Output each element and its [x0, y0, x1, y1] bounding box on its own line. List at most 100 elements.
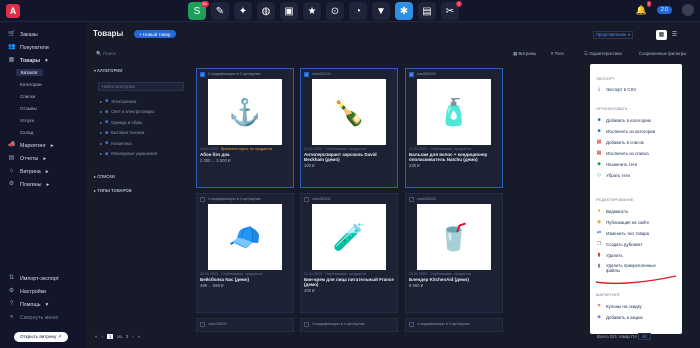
- product-types-header[interactable]: ▸ ТИПЫ ТОВАРОВ: [94, 188, 132, 193]
- remove-from-category-item[interactable]: ■ Исключить из категории: [596, 128, 655, 134]
- app-logo[interactable]: A: [6, 4, 20, 18]
- product-image[interactable]: ⚓: [208, 79, 282, 145]
- sidebar-item-marketing[interactable]: 📣 Маркетинг ▸: [8, 142, 53, 149]
- app-icon[interactable]: ★: [303, 2, 321, 20]
- app-icon[interactable]: S 64: [188, 1, 209, 20]
- product-card[interactable]: cos100100 🧪 21.01.2023 Опубликован, продае…: [300, 193, 398, 313]
- add-to-list-item[interactable]: ▦ Добавить в список: [596, 139, 644, 145]
- product-image[interactable]: 🧴: [417, 79, 491, 145]
- lists-header[interactable]: ▸ СПИСКИ: [94, 174, 115, 179]
- view-select[interactable]: Представление ▾: [593, 31, 633, 39]
- filter-variants[interactable]: ▦ Витрины: [513, 51, 536, 57]
- product-image[interactable]: 🧢: [208, 204, 282, 270]
- remove-tags-item[interactable]: ◇ Убрать теги: [596, 172, 630, 178]
- category-item[interactable]: ▸ ■ Ювелирные украшения: [100, 151, 157, 157]
- saved-filters[interactable]: Сохраненные фильтры: [639, 51, 686, 56]
- last-page-icon[interactable]: »: [138, 334, 140, 339]
- app-icon[interactable]: ▣: [280, 2, 298, 20]
- card-checkbox[interactable]: ✓: [200, 71, 205, 77]
- delete-item[interactable]: ▮ Удалить: [596, 252, 623, 258]
- product-card[interactable]: cos124000: [196, 318, 294, 332]
- sidebar-item-settings[interactable]: ⚙ Настройки: [8, 288, 46, 295]
- assign-tags-item[interactable]: ◆ Назначить теги: [596, 161, 637, 167]
- sidebar-sub-services[interactable]: Услуги: [20, 118, 34, 123]
- sidebar-item-orders[interactable]: 🛒 Заказы: [8, 31, 38, 38]
- card-checkbox[interactable]: [200, 196, 205, 202]
- coupons-item[interactable]: ✕ Купоны на скидку: [596, 303, 642, 309]
- sidebar-item-shop[interactable]: ⌂ Витрина ▸: [8, 168, 49, 175]
- sidebar-item-products[interactable]: ▦ Товары ▾: [8, 57, 48, 64]
- prev-page-icon[interactable]: ‹: [101, 334, 102, 339]
- search-input[interactable]: 🔍 Поиск: [93, 49, 508, 59]
- promo-item[interactable]: ◈ Добавить в акцию: [596, 314, 643, 320]
- product-name[interactable]: Антиперспирант аэрозоль David Beckham (д…: [301, 151, 397, 162]
- category-item[interactable]: ▸ ■ Электроника: [100, 98, 136, 104]
- open-shop-button[interactable]: Открыть витрину ↗: [14, 332, 68, 342]
- sidebar-sub-reviews[interactable]: Отзывы: [20, 106, 37, 111]
- product-card[interactable]: 4 модификации в 4 артикулах: [405, 318, 503, 332]
- filter-features[interactable]: ☰ Характеристики: [584, 51, 622, 57]
- publish-item[interactable]: ◉ Публикация на сайте: [596, 219, 650, 225]
- delete-files-item[interactable]: ▮ Удалить прикрепленные файлы: [596, 263, 666, 273]
- product-image[interactable]: 🧪: [312, 204, 386, 270]
- grid-view-button[interactable]: ▦: [656, 30, 667, 40]
- export-csv-item[interactable]: ⤓ Экспорт в CSV: [596, 86, 636, 92]
- page-input[interactable]: 1: [106, 334, 114, 339]
- app-icon[interactable]: ✱: [395, 2, 413, 20]
- avatar[interactable]: [682, 4, 694, 16]
- card-checkbox[interactable]: ✓: [304, 71, 309, 77]
- card-checkbox[interactable]: ✓: [409, 71, 414, 77]
- app-icon[interactable]: ◍: [257, 2, 275, 20]
- product-image[interactable]: 🥤: [417, 204, 491, 270]
- list-view-button[interactable]: ☰: [669, 30, 680, 40]
- first-page-icon[interactable]: «: [95, 334, 97, 339]
- per-page-select[interactable]: 40: [637, 333, 651, 340]
- change-type-item[interactable]: ⇄ Изменить тип товара: [596, 230, 649, 236]
- app-icon[interactable]: ▼: [372, 2, 390, 20]
- app-icon[interactable]: ◔: [349, 2, 367, 20]
- category-item[interactable]: ▸ ■ Бытовая техника: [100, 130, 144, 136]
- sidebar-sub-stock[interactable]: Склад: [20, 130, 33, 135]
- product-card[interactable]: ✓ 2 модификации в 2 артикулах ⚓ 19.01.2023 …: [196, 68, 294, 188]
- sidebar-collapse[interactable]: « Свернуть меню: [8, 314, 58, 321]
- category-item[interactable]: ▸ ■ Одежда и обувь: [100, 119, 142, 125]
- sidebar-item-reports[interactable]: ▤ Отчеты ▸: [8, 155, 46, 162]
- categories-header[interactable]: ▾ КАТЕГОРИИ: [94, 68, 122, 73]
- app-icon[interactable]: ✦: [234, 2, 252, 20]
- product-card[interactable]: ✓ cos000100 🧴 21.01.2023 Опубликован, прода…: [405, 68, 503, 188]
- category-search-input[interactable]: Найти категорию: [98, 82, 184, 91]
- version-badge[interactable]: 2.0: [657, 6, 672, 14]
- card-checkbox[interactable]: [409, 196, 414, 202]
- app-icon[interactable]: ✎: [211, 2, 229, 20]
- new-product-button[interactable]: + Новый товар: [134, 30, 176, 38]
- category-item[interactable]: ▸ ■ Свет и электротовары: [100, 109, 154, 115]
- bell-icon[interactable]: 🔔 2: [635, 1, 652, 16]
- product-card[interactable]: 4 модификации в 4 артикулах 🧢 23.01.2023 О…: [196, 193, 294, 313]
- add-to-category-item[interactable]: ■ Добавить в категорию: [596, 117, 651, 123]
- sidebar-sub-categories[interactable]: Категории: [20, 82, 42, 87]
- sidebar-item-buyers[interactable]: 👥 Покупатели: [8, 44, 49, 51]
- product-card[interactable]: ✓ cos100100 🍾 21.01.2023 Опубликован, прода…: [300, 68, 398, 188]
- product-card[interactable]: cos125100 🥤 23.01.2023 Опубликован, продае…: [405, 193, 503, 313]
- product-card[interactable]: 4 модификации в 4 артикулах: [300, 318, 398, 332]
- sidebar-item-help[interactable]: ? Помощь ▾: [8, 301, 48, 308]
- card-checkbox[interactable]: [304, 321, 309, 327]
- app-icon[interactable]: ▤: [418, 2, 436, 20]
- category-item[interactable]: ▸ ■ Косметика: [100, 140, 132, 146]
- sidebar-sub-catalog[interactable]: Каталог: [16, 69, 43, 76]
- card-checkbox[interactable]: [409, 321, 414, 327]
- visibility-item[interactable]: ● Видимость: [596, 208, 628, 214]
- sidebar-sub-lists[interactable]: Списки: [20, 94, 35, 99]
- sidebar-item-import-export[interactable]: ⇅ Импорт-экспорт: [8, 275, 59, 282]
- remove-from-list-item[interactable]: ▦ Исключить из списка: [596, 150, 649, 156]
- filter-tags[interactable]: # Теги: [551, 51, 564, 56]
- card-checkbox[interactable]: [200, 321, 205, 327]
- next-page-icon[interactable]: ›: [132, 334, 133, 339]
- product-name[interactable]: Бальзам для волос + кондиционер ополаски…: [406, 151, 502, 162]
- app-icon[interactable]: ✂ 3: [441, 1, 462, 20]
- card-checkbox[interactable]: [304, 196, 309, 202]
- product-name[interactable]: Бин-крем для лица питательный France (де…: [301, 276, 397, 287]
- duplicate-item[interactable]: ❐ Создать дубликат: [596, 241, 643, 247]
- sidebar-item-plugins[interactable]: ⚙ Плагины ▸: [8, 181, 49, 188]
- app-icon[interactable]: ⊙: [326, 2, 344, 20]
